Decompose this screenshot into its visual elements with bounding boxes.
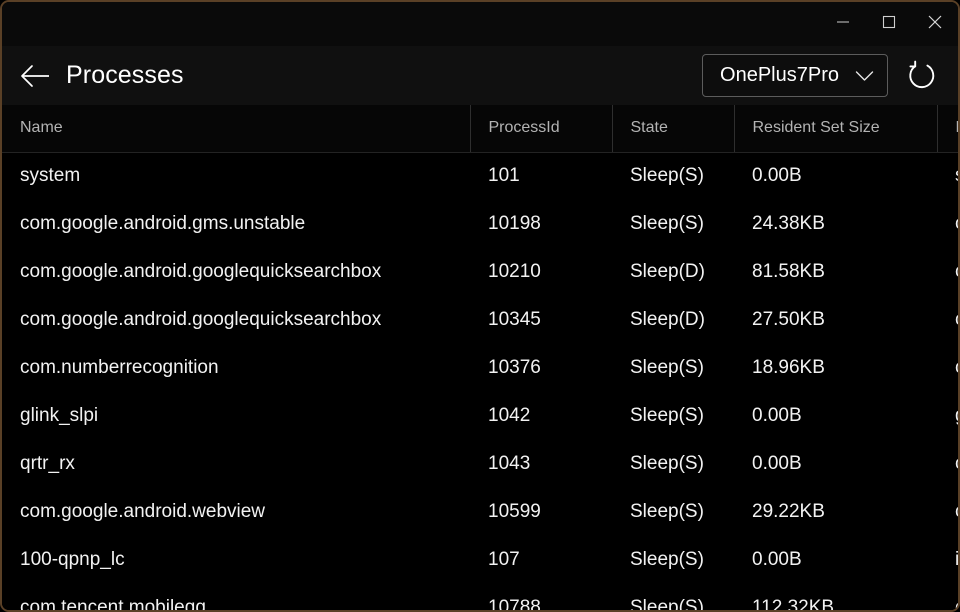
cell-state: Sleep(S): [612, 584, 734, 610]
table-row[interactable]: com.google.android.gms.unstable 10198 Sl…: [2, 200, 958, 248]
cell-state: Sleep(D): [612, 296, 734, 344]
title-bar: [2, 2, 958, 46]
table-row[interactable]: com.numberrecognition 10376 Sleep(S) 18.…: [2, 344, 958, 392]
cell-pid: 10376: [470, 344, 612, 392]
cell-rss: 27.50KB: [734, 296, 937, 344]
cell-pid: 107: [470, 536, 612, 584]
cell-name: com.tencent.mobileqq: [2, 584, 470, 610]
process-table-container[interactable]: Name ProcessId State Resident Set Size D…: [2, 105, 958, 610]
cell-state: Sleep(S): [612, 152, 734, 200]
table-row[interactable]: 100-qpnp_lc 107 Sleep(S) 0.00B i: [2, 536, 958, 584]
cell-name: com.google.android.googlequicksearchbox: [2, 248, 470, 296]
cell-rss: 0.00B: [734, 536, 937, 584]
table-row[interactable]: system 101 Sleep(S) 0.00B s: [2, 152, 958, 200]
cell-rss: 112.32KB: [734, 584, 937, 610]
table-row[interactable]: glink_slpi 1042 Sleep(S) 0.00B g: [2, 392, 958, 440]
cell-state: Sleep(S): [612, 200, 734, 248]
refresh-button[interactable]: [900, 54, 944, 98]
cell-state: Sleep(S): [612, 344, 734, 392]
cell-rss: 0.00B: [734, 440, 937, 488]
table-header: Name ProcessId State Resident Set Size D: [2, 105, 958, 153]
device-selector[interactable]: OnePlus7Pro: [702, 54, 888, 97]
cell-name: qrtr_rx: [2, 440, 470, 488]
close-button[interactable]: [912, 2, 958, 42]
cell-extra: c: [937, 200, 958, 248]
cell-extra: c: [937, 440, 958, 488]
cell-extra: c: [937, 296, 958, 344]
cell-extra: c: [937, 248, 958, 296]
cell-pid: 1043: [470, 440, 612, 488]
maximize-button[interactable]: [866, 2, 912, 42]
minimize-button[interactable]: [820, 2, 866, 42]
cell-rss: 0.00B: [734, 152, 937, 200]
cell-pid: 10210: [470, 248, 612, 296]
cell-rss: 0.00B: [734, 392, 937, 440]
cell-pid: 10345: [470, 296, 612, 344]
cell-state: Sleep(S): [612, 392, 734, 440]
cell-extra: s: [937, 152, 958, 200]
cell-rss: 81.58KB: [734, 248, 937, 296]
cell-pid: 1042: [470, 392, 612, 440]
refresh-icon: [909, 60, 935, 88]
page-title: Processes: [66, 61, 184, 89]
table-row[interactable]: com.tencent.mobileqq 10788 Sleep(S) 112.…: [2, 584, 958, 610]
cell-rss: 29.22KB: [734, 488, 937, 536]
cell-rss: 24.38KB: [734, 200, 937, 248]
table-row[interactable]: qrtr_rx 1043 Sleep(S) 0.00B c: [2, 440, 958, 488]
table-row[interactable]: com.google.android.googlequicksearchbox …: [2, 248, 958, 296]
cell-pid: 10198: [470, 200, 612, 248]
column-header-processid[interactable]: ProcessId: [470, 105, 613, 153]
column-header-state[interactable]: State: [612, 105, 735, 153]
device-selector-value: OnePlus7Pro: [720, 64, 839, 86]
table-row[interactable]: com.google.android.webview 10599 Sleep(S…: [2, 488, 958, 536]
maximize-icon: [882, 15, 896, 29]
cell-name: com.numberrecognition: [2, 344, 470, 392]
cell-state: Sleep(S): [612, 536, 734, 584]
column-header-name[interactable]: Name: [2, 105, 471, 153]
cell-name: glink_slpi: [2, 392, 470, 440]
cell-rss: 18.96KB: [734, 344, 937, 392]
back-button[interactable]: [12, 54, 58, 98]
app-window: Processes OnePlus7Pro Name ProcessId Sta…: [0, 0, 960, 612]
cell-extra: g: [937, 392, 958, 440]
cell-pid: 10599: [470, 488, 612, 536]
cell-state: Sleep(D): [612, 248, 734, 296]
column-header-resident-set-size[interactable]: Resident Set Size: [734, 105, 938, 153]
chevron-down-icon: [855, 70, 874, 82]
cell-extra: c: [937, 344, 958, 392]
minimize-icon: [837, 21, 849, 23]
table-body: system 101 Sleep(S) 0.00B s com.google.a…: [2, 152, 958, 610]
cell-state: Sleep(S): [612, 488, 734, 536]
close-icon: [928, 15, 942, 29]
cell-pid: 10788: [470, 584, 612, 610]
cell-extra: i: [937, 536, 958, 584]
cell-extra: c: [937, 488, 958, 536]
cell-name: com.google.android.googlequicksearchbox: [2, 296, 470, 344]
page-header-bar: Processes OnePlus7Pro: [2, 46, 958, 105]
cell-name: 100-qpnp_lc: [2, 536, 470, 584]
cell-name: com.google.android.gms.unstable: [2, 200, 470, 248]
cell-extra: c: [937, 584, 958, 610]
arrow-left-icon: [20, 64, 49, 87]
table-row[interactable]: com.google.android.googlequicksearchbox …: [2, 296, 958, 344]
cell-name: system: [2, 152, 470, 200]
process-table: Name ProcessId State Resident Set Size D…: [2, 105, 958, 610]
cell-state: Sleep(S): [612, 440, 734, 488]
column-header-clipped[interactable]: D: [937, 105, 958, 153]
header-actions: OnePlus7Pro: [702, 54, 944, 98]
cell-pid: 101: [470, 152, 612, 200]
cell-name: com.google.android.webview: [2, 488, 470, 536]
table-header-row: Name ProcessId State Resident Set Size D: [2, 105, 958, 153]
